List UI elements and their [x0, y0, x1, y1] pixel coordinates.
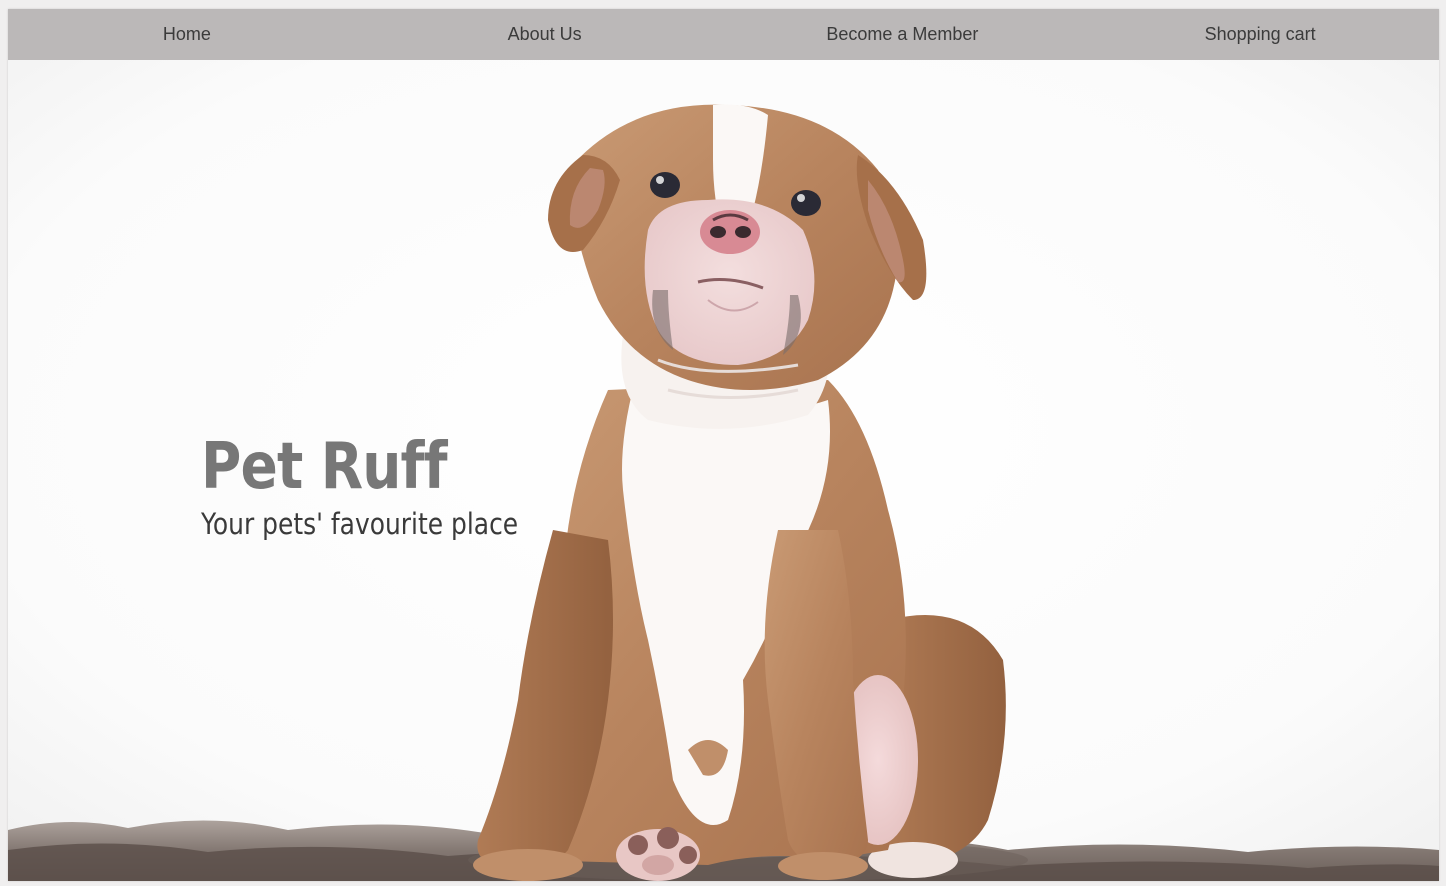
- hero-text-block: Pet Ruff Your pets' favourite place: [201, 430, 570, 544]
- nav-link-shopping-cart[interactable]: Shopping cart: [1081, 9, 1439, 60]
- top-navigation-bar: Home About Us Become a Member Shopping c…: [8, 9, 1439, 60]
- hero-banner: Pet Ruff Your pets' favourite place: [8, 60, 1439, 881]
- nav-link-about-us[interactable]: About Us: [366, 9, 724, 60]
- page: Home About Us Become a Member Shopping c…: [8, 9, 1439, 881]
- site-title: Pet Ruff: [201, 430, 448, 504]
- nav-link-become-member[interactable]: Become a Member: [724, 9, 1082, 60]
- nav-link-home[interactable]: Home: [8, 9, 366, 60]
- site-tagline: Your pets' favourite place: [201, 507, 519, 541]
